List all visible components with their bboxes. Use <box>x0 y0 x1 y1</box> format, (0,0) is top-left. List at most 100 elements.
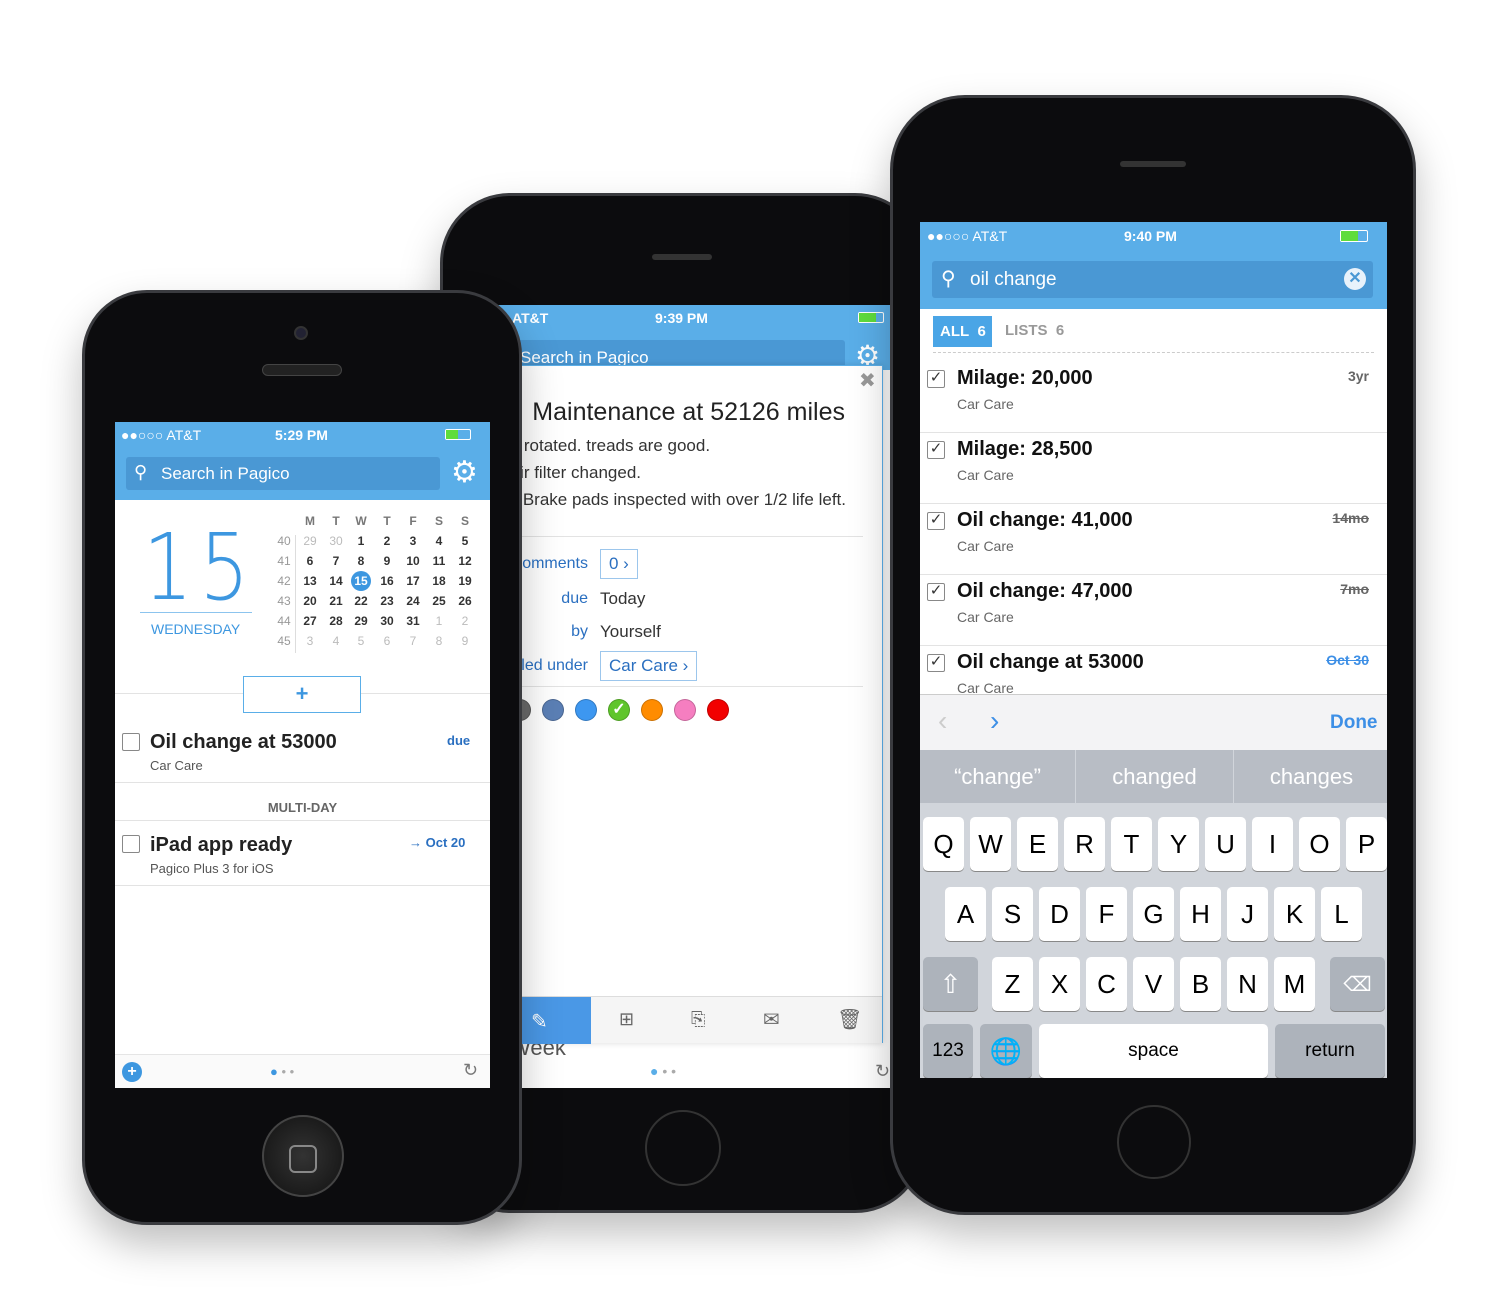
space-key[interactable]: space <box>1039 1024 1268 1078</box>
gear-icon[interactable]: ⚙ <box>451 455 478 490</box>
calendar-day[interactable]: 30 <box>324 534 348 548</box>
add-task-button[interactable]: + <box>243 676 361 713</box>
tab-lists[interactable]: LISTS 6 <box>1005 322 1064 339</box>
shift-key[interactable]: ⇧ <box>923 957 978 1011</box>
calendar-day[interactable]: 31 <box>401 614 425 628</box>
calendar-day[interactable]: 9 <box>453 634 477 648</box>
search-result-row[interactable]: ✓ Milage: 28,500 Car Care <box>920 433 1387 504</box>
calendar-day[interactable]: 3 <box>298 634 322 648</box>
color-swatch[interactable] <box>641 699 663 721</box>
trash-icon[interactable]: 🗑 <box>837 1007 862 1032</box>
key-n[interactable]: N <box>1227 957 1268 1011</box>
calendar-day[interactable]: 2 <box>453 614 477 628</box>
calendar-day[interactable]: 16 <box>375 574 399 588</box>
calendar-day[interactable]: 6 <box>298 554 322 568</box>
calendar-day[interactable]: 22 <box>349 594 373 608</box>
comments-button[interactable]: 0 › <box>600 549 638 579</box>
key-p[interactable]: P <box>1346 817 1387 871</box>
calendar-day[interactable]: 1 <box>427 614 451 628</box>
color-swatch[interactable] <box>707 699 729 721</box>
calendar-day[interactable]: 10 <box>401 554 425 568</box>
key-v[interactable]: V <box>1133 957 1174 1011</box>
result-checkbox[interactable]: ✓ <box>927 441 945 459</box>
search-input[interactable]: ⚲ oil change <box>932 261 1373 298</box>
calendar-day[interactable]: 8 <box>427 634 451 648</box>
calendar-day[interactable]: 26 <box>453 594 477 608</box>
calendar-day[interactable]: 2 <box>375 534 399 548</box>
delete-key[interactable]: ⌫ <box>1330 957 1385 1011</box>
autocorrect-suggestion[interactable]: changed <box>1076 750 1233 803</box>
calendar-day[interactable]: 27 <box>298 614 322 628</box>
key-t[interactable]: T <box>1111 817 1152 871</box>
due-value[interactable]: Today <box>600 589 645 609</box>
calendar-day[interactable]: 6 <box>375 634 399 648</box>
calendar-day-today[interactable]: 15 <box>351 571 371 591</box>
key-u[interactable]: U <box>1205 817 1246 871</box>
by-value[interactable]: Yourself <box>600 622 661 642</box>
autocorrect-suggestion[interactable]: changes <box>1234 750 1387 803</box>
key-k[interactable]: K <box>1274 887 1315 941</box>
calendar-day[interactable]: 5 <box>453 534 477 548</box>
calendar-day[interactable]: 11 <box>427 554 451 568</box>
color-swatch[interactable] <box>575 699 597 721</box>
task-checkbox[interactable] <box>122 733 140 751</box>
key-c[interactable]: C <box>1086 957 1127 1011</box>
color-swatch[interactable] <box>674 699 696 721</box>
calendar-day[interactable]: 20 <box>298 594 322 608</box>
calendar-day[interactable]: 5 <box>349 634 373 648</box>
mail-icon[interactable]: ✉ <box>763 1007 780 1032</box>
next-arrow-icon[interactable]: › <box>990 705 999 737</box>
key-i[interactable]: I <box>1252 817 1293 871</box>
clear-search-button[interactable]: ✕ <box>1344 268 1366 290</box>
calendar-day[interactable]: 4 <box>324 634 348 648</box>
close-icon[interactable]: ✖ <box>859 368 876 393</box>
key-f[interactable]: F <box>1086 887 1127 941</box>
calendar-day[interactable]: 24 <box>401 594 425 608</box>
calendar-day[interactable]: 25 <box>427 594 451 608</box>
previous-arrow-icon[interactable]: ‹ <box>938 705 947 737</box>
calendar-day[interactable]: 3 <box>401 534 425 548</box>
key-b[interactable]: B <box>1180 957 1221 1011</box>
right-home-button[interactable] <box>1117 1105 1191 1179</box>
calendar-day[interactable]: 4 <box>427 534 451 548</box>
calendar-day[interactable]: 7 <box>401 634 425 648</box>
calendar-day[interactable]: 12 <box>453 554 477 568</box>
key-z[interactable]: Z <box>992 957 1033 1011</box>
color-swatch[interactable] <box>542 699 564 721</box>
key-j[interactable]: J <box>1227 887 1268 941</box>
key-m[interactable]: M <box>1274 957 1315 1011</box>
key-l[interactable]: L <box>1321 887 1362 941</box>
calendar-day[interactable]: 13 <box>298 574 322 588</box>
calendar-day[interactable]: 8 <box>349 554 373 568</box>
numbers-key[interactable]: 123 <box>923 1024 973 1078</box>
done-button[interactable]: Done <box>1330 712 1378 734</box>
add-icon[interactable]: + <box>122 1062 142 1082</box>
calendar-day[interactable]: 7 <box>324 554 348 568</box>
key-d[interactable]: D <box>1039 887 1080 941</box>
result-checkbox[interactable]: ✓ <box>927 654 945 672</box>
key-a[interactable]: A <box>945 887 986 941</box>
calendar-day[interactable]: 28 <box>324 614 348 628</box>
search-result-row[interactable]: ✓ Oil change: 41,000 Car Care 14mo <box>920 504 1387 575</box>
calendar-day[interactable]: 23 <box>375 594 399 608</box>
globe-key[interactable]: 🌐 <box>980 1024 1032 1078</box>
key-h[interactable]: H <box>1180 887 1221 941</box>
calendar-day[interactable]: 30 <box>375 614 399 628</box>
filed-under-button[interactable]: Car Care › <box>600 651 698 681</box>
autocorrect-suggestion[interactable]: “change” <box>920 750 1075 803</box>
calendar-day[interactable]: 17 <box>401 574 425 588</box>
key-y[interactable]: Y <box>1158 817 1199 871</box>
refresh-icon[interactable]: ↻ <box>875 1061 890 1082</box>
result-checkbox[interactable]: ✓ <box>927 583 945 601</box>
key-r[interactable]: R <box>1064 817 1105 871</box>
calendar-day[interactable]: 19 <box>453 574 477 588</box>
refresh-icon[interactable]: ↻ <box>463 1060 478 1081</box>
calendar-day[interactable]: 1 <box>349 534 373 548</box>
key-w[interactable]: W <box>970 817 1011 871</box>
left-home-button[interactable] <box>262 1115 344 1197</box>
move-icon[interactable]: ⎘ <box>691 1009 705 1030</box>
key-q[interactable]: Q <box>923 817 964 871</box>
color-swatch-selected[interactable]: ✓ <box>608 699 630 721</box>
tab-all[interactable]: ALL 6 <box>933 316 992 347</box>
key-g[interactable]: G <box>1133 887 1174 941</box>
